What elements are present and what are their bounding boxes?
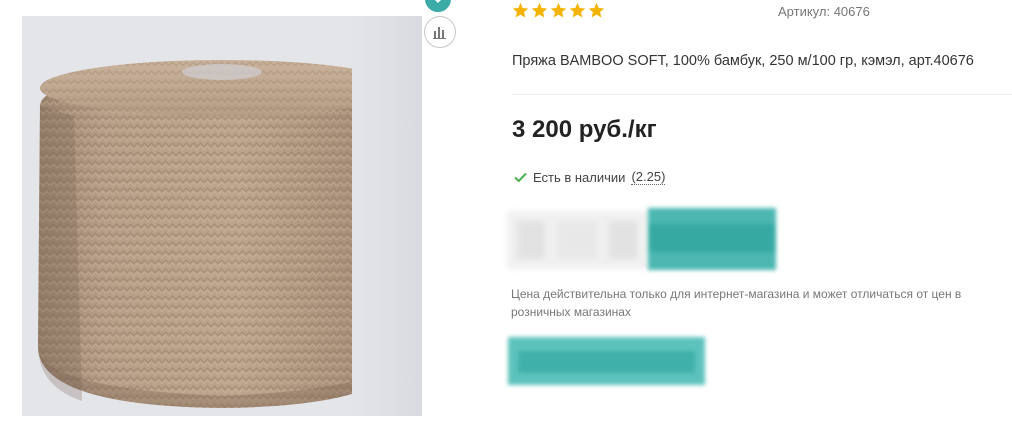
rating-stars: [512, 2, 605, 19]
quantity-increase-button[interactable]: [609, 221, 637, 259]
stock-quantity[interactable]: (2.25): [631, 169, 666, 185]
stock-status: Есть в наличии (2.25): [514, 169, 666, 185]
add-to-cart-button[interactable]: [648, 208, 776, 270]
article-number: Артикул: 40676: [778, 4, 870, 19]
checkmark-icon: [514, 172, 527, 182]
star-icon: [550, 2, 567, 18]
favorite-button[interactable]: [425, 0, 451, 12]
product-page: Артикул: 40676 Пряжа BAMBOO SOFT, 100% б…: [0, 0, 1012, 435]
one-click-buy-label-area: [518, 351, 695, 373]
bar-chart-icon: [433, 27, 446, 39]
quantity-stepper[interactable]: [507, 211, 648, 269]
price-disclaimer: Цена действительна только для интернет-м…: [511, 287, 962, 319]
one-click-buy-button[interactable]: [508, 337, 705, 385]
star-icon: [569, 2, 586, 18]
heart-icon: [435, 0, 441, 3]
stock-text: Есть в наличии: [533, 169, 626, 185]
product-title: Пряжа BAMBOO SOFT, 100% бамбук, 250 м/10…: [512, 53, 974, 69]
star-icon: [531, 2, 548, 18]
divider: [512, 94, 1012, 95]
quantity-decrease-button[interactable]: [517, 221, 545, 259]
star-icon: [512, 2, 529, 18]
star-icon: [588, 2, 605, 18]
quantity-input[interactable]: [557, 221, 597, 259]
product-price: 3 200 руб./кг: [512, 116, 657, 143]
photo-background: [352, 16, 422, 416]
product-image[interactable]: [22, 16, 422, 416]
compare-button[interactable]: [424, 16, 456, 48]
add-to-cart-label-area: [648, 224, 776, 252]
